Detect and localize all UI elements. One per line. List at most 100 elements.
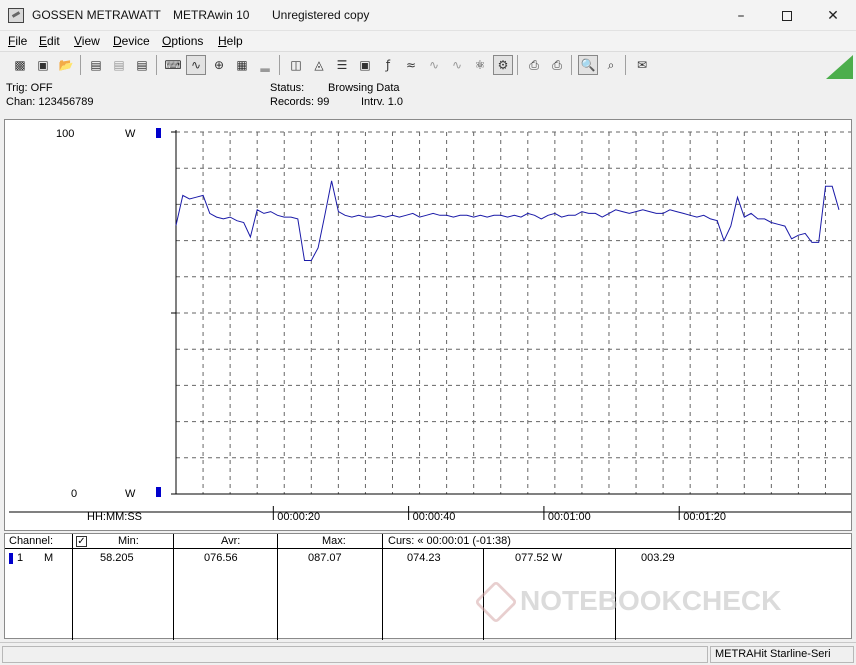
record-button[interactable]: ⚙ [493,55,513,75]
graph-view-button[interactable]: ∿ [186,55,206,75]
col-divider [382,534,383,640]
import-icon: ◬ [314,58,324,72]
device-read-button[interactable]: ▤ [109,55,129,75]
x-axis-title: HH:MM:SS [87,511,142,523]
waveform-button[interactable]: ∿ [447,55,467,75]
channel-number: 1 [17,552,24,564]
wave-icon: ∿ [428,58,440,72]
max-header: Max: [322,535,346,547]
wave-button[interactable]: ∿ [424,55,444,75]
signal-button[interactable]: ≈ [401,55,421,75]
print-preview-button[interactable]: ⎙ [547,55,567,75]
open-folder-icon: 📂 [58,58,74,72]
menu-edit[interactable]: Edit [39,34,60,48]
menu-options[interactable]: Options [162,34,203,48]
zoom-out-button[interactable]: ⌕ [601,55,621,75]
computer-icon: ▣ [359,58,371,72]
resize-grip-icon [826,55,853,79]
crosshair-button[interactable]: ⊕ [209,55,229,75]
zoom-icon: 🔍 [580,58,596,72]
export-button[interactable]: ◫ [286,55,306,75]
maximize-icon [782,10,792,21]
minimize-button[interactable]: – [718,0,764,31]
info-panel: Trig: OFF Chan: 123456789 Status: Browsi… [0,80,856,116]
open-button[interactable]: 📂 [56,55,76,75]
cursor-delta-value: 003.29 [641,552,675,564]
keyboard-button[interactable]: ⌨ [163,55,183,75]
min-value: 58.205 [100,552,134,564]
power-chart[interactable]: 100 W 0 W HH:MM:SS 00:00:20 00:00:40 00:01… [5,120,851,530]
table-header-divider [5,548,851,549]
status-bar: METRAHit Starline-Seri [0,642,856,665]
plot-area[interactable]: 100 W 0 W HH:MM:SS 00:00:20 00:00:40 00:01… [4,119,852,531]
max-value: 087.07 [308,552,342,564]
maximize-button[interactable] [764,0,810,31]
menu-help[interactable]: Help [218,34,243,48]
zoom-wave-button[interactable]: 🔍 [578,55,598,75]
y-top-unit: W [125,128,136,140]
channel-checkbox[interactable]: ✓ [76,536,87,547]
keyboard-icon: ⌨ [164,58,182,72]
y-bottom-label: 0 [71,488,77,500]
watermark-text: NOTEBOOKCHECK [520,585,782,616]
toolbar-separator [156,55,157,75]
menu-device[interactable]: Device [113,34,150,48]
print-icon: ⎙ [529,57,539,72]
list-icon: ☰ [336,58,348,72]
y-top-label: 100 [56,128,74,140]
menu-view[interactable]: View [74,34,100,48]
avr-value: 076.56 [204,552,238,564]
menu-file[interactable]: File [8,34,27,48]
y-top-marker [156,128,161,138]
print-preview-icon: ⎙ [552,57,562,72]
export-icon: ◫ [290,58,302,72]
table-view-button[interactable]: ▦ [232,55,252,75]
status-message [2,646,708,663]
device-button[interactable]: ▤ [86,55,106,75]
save-icon: ▣ [37,58,49,72]
status-value: Browsing Data [328,82,400,94]
license-status: Unregistered copy [272,8,370,22]
device-send-icon: ▤ [136,58,148,72]
cursor-value-2: 077.52 W [515,552,563,564]
close-button[interactable]: ✕ [810,0,856,31]
records-count: Records: 99 [270,96,330,108]
col-divider [72,534,73,640]
save-button[interactable]: ▣ [33,55,53,75]
disk-icon: ▩ [14,58,26,72]
trigger-status: Trig: OFF [6,82,53,94]
device-send-button[interactable]: ▤ [132,55,152,75]
power-series-line [175,180,840,261]
chart-grid [176,131,851,494]
device-icon: ▤ [90,58,102,72]
app-name: GOSSEN METRAWATT [32,8,161,22]
list-button[interactable]: ☰ [332,55,352,75]
histogram-button[interactable]: ▂ [255,55,275,75]
title-bar: GOSSEN METRAWATT METRAwin 10 Unregistere… [0,0,856,31]
waveform-icon: ∿ [451,58,463,72]
import-button[interactable]: ◬ [309,55,329,75]
toolbar-separator [571,55,572,75]
col-divider [173,534,174,640]
record-icon: ⚙ [497,58,509,72]
cursor-value-1: 074.23 [407,552,441,564]
toolbar-separator [80,55,81,75]
product-name: METRAwin 10 [173,8,250,22]
formula-button[interactable]: ƒ [378,55,398,75]
app-icon[interactable] [8,8,24,23]
histogram-icon: ▂ [260,58,270,72]
comment-button[interactable]: ✉ [632,55,652,75]
channel-list: Chan: 123456789 [6,96,94,108]
toolbar-separator [625,55,626,75]
computer-button[interactable]: ▣ [355,55,375,75]
avr-header: Avr: [221,535,241,547]
chart-ticks [171,131,176,495]
x-tick-label: 00:01:20 [683,511,726,523]
signal-icon: ≈ [405,58,417,72]
channel-color-swatch [9,553,13,564]
probe-button[interactable]: ⚛ [470,55,490,75]
new-file-button[interactable]: ▩ [10,55,30,75]
print-button[interactable]: ⎙ [524,55,544,75]
formula-icon: ƒ [385,58,391,72]
col-divider [277,534,278,640]
